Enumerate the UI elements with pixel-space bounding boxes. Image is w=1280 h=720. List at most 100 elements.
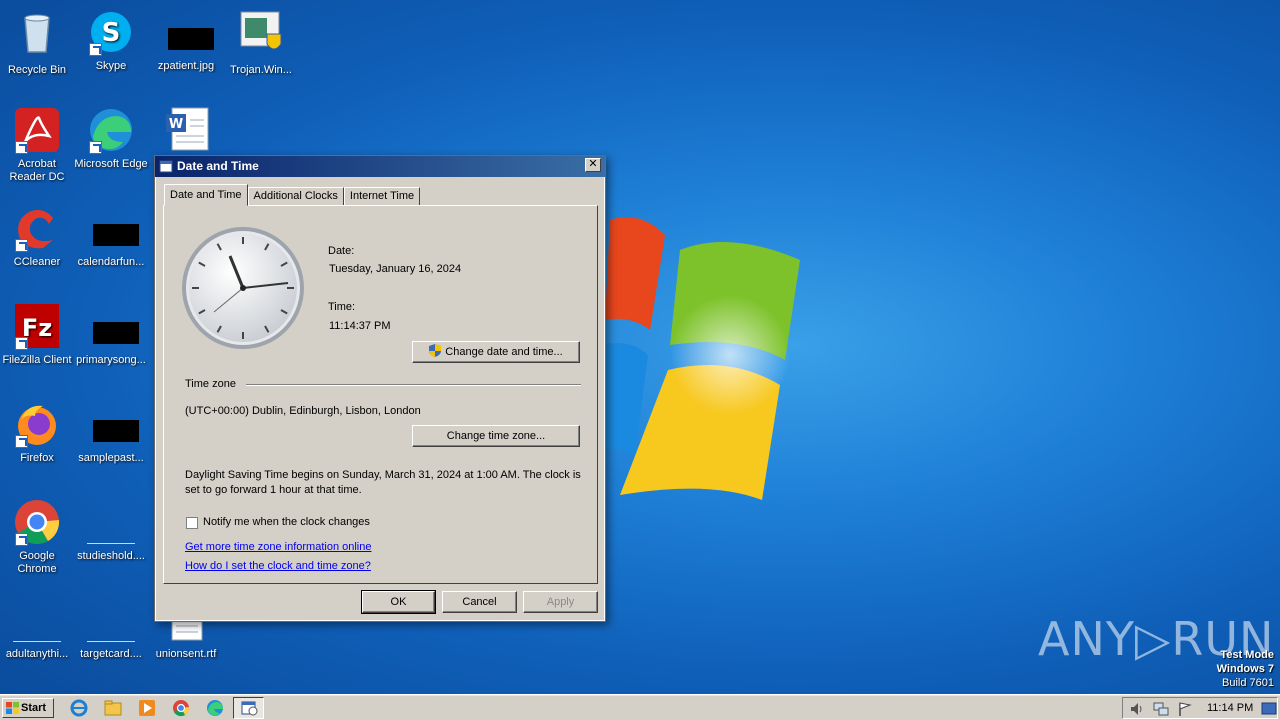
desktop-icon-ccleaner[interactable]: CCleaner: [0, 204, 76, 269]
desktop-icon-label: calendarfun...: [77, 256, 145, 268]
ok-button[interactable]: OK: [361, 590, 436, 614]
desktop-icon-skype[interactable]: S Skype: [72, 8, 150, 73]
desktop-icon-label: samplepast...: [78, 452, 144, 464]
word-doc-icon: W: [166, 107, 209, 151]
desktop-icon-zpatient[interactable]: zpatient.jpg: [147, 8, 225, 73]
dialog-title: Date and Time: [177, 159, 259, 173]
desktop-icon-calendarfun[interactable]: calendarfun...: [72, 204, 150, 269]
shortcut-arrow-icon: [89, 141, 102, 154]
desktop-icon-acrobat[interactable]: Acrobat Reader DC: [0, 106, 76, 184]
os-label: Windows 7: [1216, 663, 1274, 675]
redacted-thumbnail-icon: [168, 28, 214, 50]
desktop-icon-targetcard[interactable]: targetcard....: [72, 596, 150, 661]
redacted-thumbnail-icon: [93, 224, 139, 246]
tab-internet-time[interactable]: Internet Time: [343, 187, 421, 206]
desktop-icon-label: FileZilla Client: [2, 354, 72, 366]
time-zone-value: (UTC+00:00) Dublin, Edinburgh, Lisbon, L…: [185, 405, 421, 417]
time-zone-section-label: Time zone: [185, 378, 236, 390]
desktop-icon-label: targetcard....: [80, 648, 142, 660]
svg-text:W: W: [169, 117, 183, 132]
desktop-icon-label: primarysong...: [76, 354, 146, 366]
windows-logo-wallpaper: [595, 217, 800, 500]
blank-file-icon: [87, 620, 135, 642]
uac-shield-icon: [429, 344, 442, 357]
shortcut-arrow-icon: [15, 239, 28, 252]
date-value: Tuesday, January 16, 2024: [329, 263, 462, 275]
network-icon[interactable]: [1153, 701, 1169, 717]
desktop-icon-chrome[interactable]: Google Chrome: [0, 498, 76, 576]
dialog-titlebar[interactable]: Date and Time ✕: [155, 156, 605, 177]
desktop-icon-label: Google Chrome: [17, 550, 57, 575]
analog-clock-icon: [182, 227, 304, 349]
system-tray: 11:14 PM: [1122, 697, 1278, 719]
section-divider: [246, 384, 581, 386]
change-time-zone-button[interactable]: Change time zone...: [412, 425, 580, 447]
more-time-zone-info-link[interactable]: Get more time zone information online: [185, 541, 371, 553]
edge-taskbar-icon[interactable]: [206, 699, 224, 717]
desktop-icon-label: unionsent.rtf: [155, 648, 217, 660]
desktop-icon-label: studieshold....: [77, 550, 145, 562]
build-label: Build 7601: [1222, 677, 1274, 689]
desktop-icon-firefox[interactable]: Firefox: [0, 400, 76, 465]
test-mode-watermark: Test Mode Windows 7 Build 7601: [1217, 648, 1274, 690]
blank-file-icon: [87, 522, 135, 544]
svg-text:S: S: [102, 18, 121, 48]
change-date-time-button[interactable]: Change date and time...: [412, 341, 580, 363]
tab-panel: Date: Tuesday, January 16, 2024 Time: 11…: [163, 205, 598, 584]
action-center-flag-icon[interactable]: [1177, 701, 1193, 717]
desktop-icon-studieshold[interactable]: studieshold....: [72, 498, 150, 563]
blank-file-icon: [13, 620, 61, 642]
desktop-icon-filezilla[interactable]: Fz FileZilla Client: [0, 302, 76, 367]
shortcut-arrow-icon: [15, 337, 28, 350]
shortcut-arrow-icon: [15, 435, 28, 448]
tab-date-and-time[interactable]: Date and Time: [164, 184, 248, 206]
dst-info-text: Daylight Saving Time begins on Sunday, M…: [185, 469, 581, 496]
start-label: Start: [21, 702, 47, 714]
volume-icon[interactable]: [1129, 701, 1145, 717]
desktop-icon-label: Microsoft Edge: [74, 158, 148, 170]
desktop-icon-recycle-bin[interactable]: Recycle Bin: [0, 8, 76, 77]
desktop-icon-samplepast[interactable]: samplepast...: [72, 400, 150, 465]
internet-explorer-icon[interactable]: [70, 699, 88, 717]
desktop-icon-primarysong[interactable]: primarysong...: [72, 302, 150, 367]
media-player-icon[interactable]: [138, 699, 156, 717]
taskbar-clock[interactable]: 11:14 PM: [1207, 702, 1253, 714]
desktop-icon-label: CCleaner: [13, 256, 61, 268]
desktop-icon-label: zpatient.jpg: [157, 60, 215, 72]
desktop-icon-label: Recycle Bin: [7, 64, 67, 76]
desktop-icon-adultanythi[interactable]: adultanythi...: [0, 596, 76, 661]
chrome-taskbar-icon[interactable]: [172, 699, 190, 717]
start-button[interactable]: Start: [2, 698, 54, 718]
desktop-icon-label: Firefox: [20, 452, 54, 464]
apply-button[interactable]: Apply: [523, 591, 598, 613]
shortcut-arrow-icon: [89, 43, 102, 56]
file-explorer-icon[interactable]: [104, 699, 122, 717]
date-time-dialog: Date and Time ✕ Date and Time Additional…: [154, 155, 606, 622]
time-value: 11:14:37 PM: [329, 320, 391, 332]
date-label: Date:: [328, 245, 355, 257]
tab-strip: Date and Time Additional Clocks Internet…: [164, 184, 421, 206]
desktop-icon-edge[interactable]: Microsoft Edge: [72, 106, 150, 171]
redacted-thumbnail-icon: [93, 420, 139, 442]
installer-shield-icon: [240, 11, 282, 50]
taskbar-item-date-time[interactable]: [233, 697, 264, 719]
desktop-icon-label: Acrobat Reader DC: [9, 158, 65, 183]
change-date-time-label: Change date and time...: [445, 346, 563, 358]
notify-checkbox-label: Notify me when the clock changes: [203, 516, 370, 528]
how-to-set-clock-link[interactable]: How do I set the clock and time zone?: [185, 560, 371, 572]
notify-checkbox[interactable]: [186, 517, 198, 529]
time-label: Time:: [328, 301, 356, 313]
shortcut-arrow-icon: [15, 533, 28, 546]
shortcut-arrow-icon: [15, 141, 28, 154]
cancel-button[interactable]: Cancel: [442, 591, 517, 613]
windows-flag-icon: [6, 702, 19, 714]
redacted-thumbnail-icon: [93, 322, 139, 344]
taskbar: Start 11:14 PM: [0, 694, 1280, 720]
close-button[interactable]: ✕: [585, 158, 601, 172]
word-document-icon[interactable]: W: [164, 106, 212, 152]
desktop-icon-trojan[interactable]: Trojan.Win...: [222, 8, 300, 77]
show-desktop-icon[interactable]: [1261, 701, 1277, 717]
desktop-icon-label: Trojan.Win...: [230, 64, 292, 76]
tab-additional-clocks[interactable]: Additional Clocks: [247, 187, 344, 206]
recycle-bin-icon: [24, 14, 50, 53]
